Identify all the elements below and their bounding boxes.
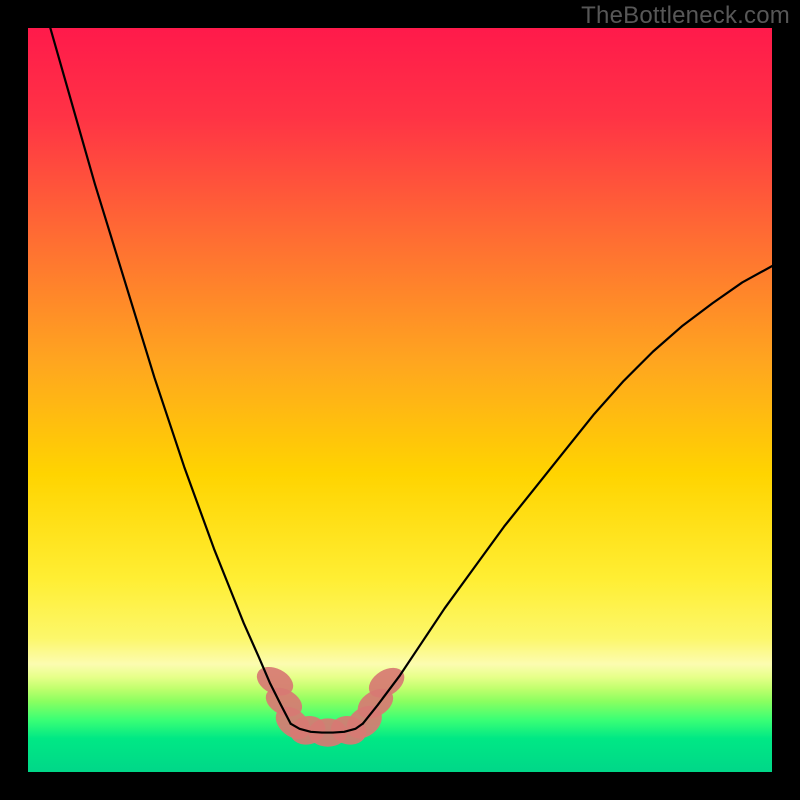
chart-svg (28, 28, 772, 772)
watermark-text: TheBottleneck.com (581, 2, 790, 30)
chart-background (28, 28, 772, 772)
chart-plot-area (28, 28, 772, 772)
chart-frame: TheBottleneck.com (0, 0, 800, 800)
